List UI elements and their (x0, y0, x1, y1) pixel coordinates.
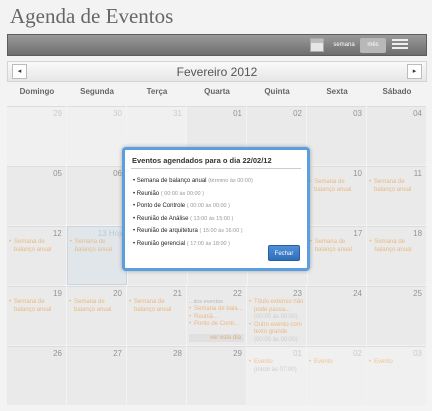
dialog-event-time: ( 13:00 às 15:00 ) (190, 215, 234, 222)
view-toolbar: semana mês (7, 34, 427, 56)
day-events-dialog: Eventos agendados para o dia 22/02/12 Se… (122, 147, 310, 271)
dialog-event-item: Reunião de arquitetura ( 15:00 às 16:00 … (133, 225, 301, 238)
dialog-event-list: Semana de balanço anual (término às 00:0… (133, 175, 301, 250)
week-view-button[interactable]: semana (330, 38, 358, 53)
weekday-label: Quinta (264, 87, 290, 96)
weekday-label: Terça (146, 87, 168, 96)
weekday-label: Segunda (80, 87, 114, 96)
dialog-event-title: Ponto de Controle (136, 203, 186, 209)
dialog-event-item: Reunião de Análise ( 13:00 às 15:00 ) (133, 213, 301, 226)
weekday-header: Domingo Segunda Terça Quarta Quinta Sexta Sába… (7, 87, 427, 101)
dialog-event-time: ( 15:00 às 16:00 ) (199, 228, 243, 234)
calendar-icon[interactable] (310, 38, 324, 52)
dialog-event-time: ( 00:00 às 00:00 ) (186, 203, 230, 209)
month-view-button[interactable]: mês (360, 38, 386, 53)
weekday-label: Domingo (19, 87, 55, 96)
dialog-title: Eventos agendados para o dia 22/02/12 (132, 156, 272, 165)
dialog-divider (131, 168, 301, 169)
dialog-event-time: ( 00:00 às 00:00 ) (160, 190, 204, 197)
dialog-event-item: Reunião ( 00:00 às 00:00 ) (133, 188, 301, 201)
page-title: Agenda de Eventos (10, 4, 174, 28)
dialog-event-item: Ponto de Controle ( 00:00 às 00:00 ) (133, 200, 301, 213)
dialog-event-title: Reunião de arquitetura (136, 228, 198, 234)
dialog-event-time: ( 17:00 às 18:00 ) (186, 240, 230, 247)
list-view-icon[interactable] (392, 39, 408, 52)
dialog-event-time: (término às 00:00) (208, 178, 253, 184)
dialog-event-item: Semana de balanço anual (término às 00:0… (133, 175, 301, 188)
close-button[interactable]: Fechar (268, 245, 300, 261)
dialog-event-title: Reunião de Análise (136, 215, 189, 222)
month-title: Fevereiro 2012 (176, 65, 258, 79)
next-month-button[interactable]: ▸ (407, 64, 422, 79)
dialog-event-title: Reunião gerencial (136, 240, 186, 247)
dialog-event-title: Reunião (136, 190, 160, 197)
weekday-label: Sexta (326, 87, 348, 96)
month-navigation: ◂ Fevereiro 2012 ▸ (7, 61, 427, 82)
dialog-event-title: Semana de balanço anual (136, 178, 207, 184)
weekday-label: Sábado (382, 87, 412, 96)
weekday-label: Quarta (204, 87, 230, 96)
